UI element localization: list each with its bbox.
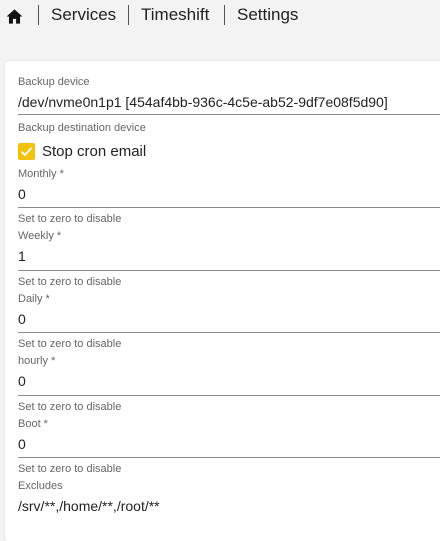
check-icon [20, 147, 33, 157]
breadcrumb-separator [128, 5, 129, 25]
home-icon[interactable] [5, 7, 24, 26]
breadcrumb-separator [38, 5, 39, 25]
backup-device-select[interactable]: /dev/nvme0n1p1 [454af4bb-936c-4c5e-ab52-… [18, 94, 388, 111]
daily-label: Daily * [18, 293, 50, 305]
daily-hint: Set to zero to disable [18, 338, 122, 350]
boot-input[interactable]: 0 [18, 436, 26, 453]
excludes-input[interactable]: /srv/**,/home/**,/root/** [18, 498, 160, 515]
backup-device-hint: Backup destination device [18, 122, 146, 134]
breadcrumb: Services Timeshift Settings [0, 0, 440, 32]
breadcrumb-settings[interactable]: Settings [237, 5, 298, 25]
breadcrumb-services[interactable]: Services [51, 5, 116, 25]
stop-cron-email-checkbox[interactable] [18, 143, 35, 160]
weekly-underline [18, 270, 440, 271]
monthly-underline [18, 207, 440, 208]
monthly-input[interactable]: 0 [18, 186, 26, 203]
hourly-underline [18, 395, 440, 396]
breadcrumb-timeshift[interactable]: Timeshift [141, 5, 209, 25]
stop-cron-email-label[interactable]: Stop cron email [42, 143, 146, 161]
boot-hint: Set to zero to disable [18, 463, 122, 475]
breadcrumb-separator [224, 5, 225, 25]
weekly-hint: Set to zero to disable [18, 276, 122, 288]
boot-underline [18, 457, 440, 458]
monthly-label: Monthly * [18, 168, 64, 180]
weekly-input[interactable]: 1 [18, 248, 26, 265]
weekly-label: Weekly * [18, 230, 62, 242]
daily-underline [18, 332, 440, 333]
hourly-label: hourly * [18, 355, 56, 367]
backup-device-underline [18, 114, 440, 115]
hourly-input[interactable]: 0 [18, 373, 26, 390]
hourly-hint: Set to zero to disable [18, 401, 122, 413]
daily-input[interactable]: 0 [18, 311, 26, 328]
boot-label: Boot * [18, 418, 48, 430]
excludes-label: Excludes [18, 480, 63, 492]
backup-device-label: Backup device [18, 76, 90, 88]
monthly-hint: Set to zero to disable [18, 213, 122, 225]
